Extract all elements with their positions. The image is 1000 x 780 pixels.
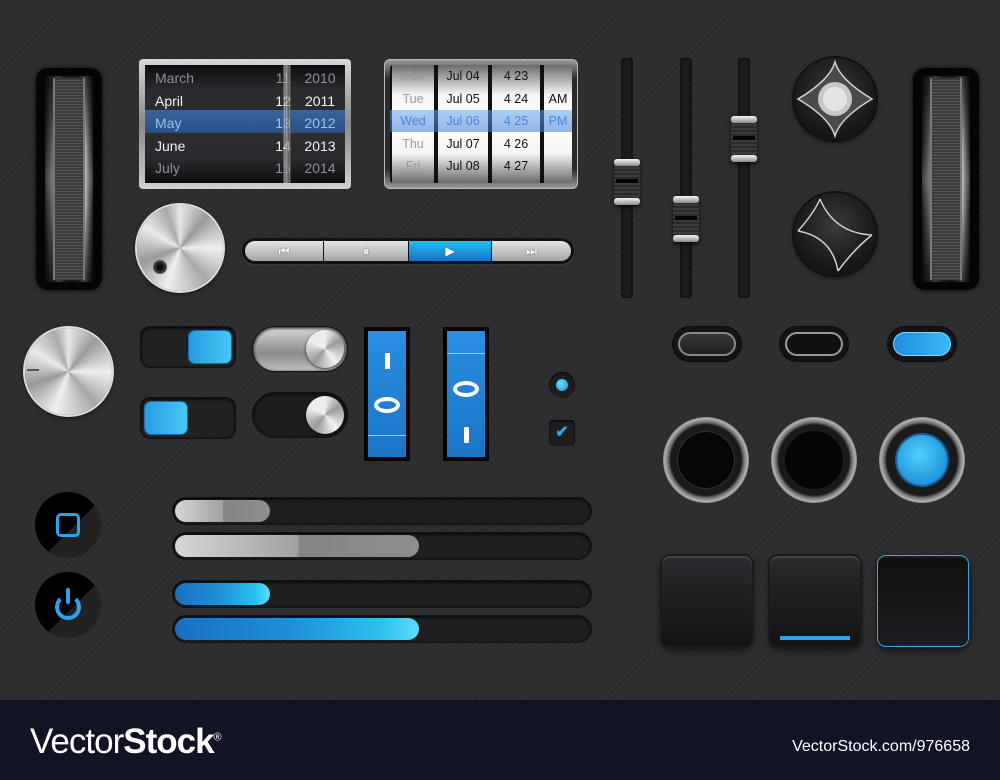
toggle-switch-off[interactable]: [141, 398, 235, 438]
weekday-option[interactable]: Tue: [392, 88, 434, 111]
image-id: VectorStock.com/976658: [792, 738, 970, 755]
progress-fill: [175, 583, 271, 605]
date-option[interactable]: Jul 08: [438, 155, 488, 178]
ampm-option[interactable]: [544, 155, 572, 178]
day-option[interactable]: 11: [270, 67, 296, 90]
media-control-bar: ⏮ ⏸ ▶ ⏭: [242, 238, 574, 264]
radio-dot: [556, 379, 568, 391]
date-option[interactable]: Jul 05: [438, 88, 488, 111]
previous-button[interactable]: ⏮: [245, 241, 323, 261]
month-option[interactable]: July: [155, 157, 265, 180]
slider-thumb-2[interactable]: [673, 195, 699, 242]
next-button[interactable]: ⏭: [492, 241, 571, 261]
slider-thumb-1[interactable]: [614, 158, 640, 205]
progress-fill: [175, 618, 420, 640]
cross-knob-icon: [796, 59, 874, 139]
metal-knob-large[interactable]: [25, 328, 112, 415]
progress-fill: [175, 500, 271, 522]
toggle-switch-on[interactable]: [141, 327, 235, 367]
date-picker-dark[interactable]: March April May June July 11 12 13 14 15 2010 201…: [139, 59, 351, 189]
brand-bold: Stock: [123, 722, 214, 761]
progress-fill: [175, 535, 420, 557]
mini-toggle-2[interactable]: [780, 327, 848, 361]
round-button-pressed[interactable]: [771, 417, 857, 503]
date-option[interactable]: Jul 04: [438, 65, 488, 88]
day-column[interactable]: 11 12 13 14 15: [270, 65, 296, 183]
rocker-switch-1[interactable]: [364, 327, 410, 461]
month-option[interactable]: March: [155, 67, 265, 90]
brand-logo: VectorStock®: [30, 722, 222, 762]
time-option[interactable]: 4 24: [492, 88, 540, 111]
curve-knob-icon: [797, 198, 873, 272]
cross-knob[interactable]: [794, 58, 876, 140]
rocker-switch-2[interactable]: [443, 327, 489, 461]
square-icon: [56, 513, 80, 537]
slider-thumb-3[interactable]: [731, 116, 757, 163]
ampm-option[interactable]: AM: [544, 88, 572, 111]
time-option[interactable]: 4 23: [492, 65, 540, 88]
slider-track-3[interactable]: [738, 58, 750, 298]
month-option[interactable]: May: [155, 112, 265, 135]
curve-knob[interactable]: [794, 193, 876, 275]
metal-toggle-on[interactable]: [253, 327, 347, 371]
ampm-option[interactable]: [544, 65, 572, 88]
time-option[interactable]: 4 26: [492, 133, 540, 156]
day-option[interactable]: 15: [270, 157, 296, 180]
column-divider: [285, 65, 291, 183]
mini-toggle-3[interactable]: [888, 327, 956, 361]
progress-gray-1: [173, 498, 591, 524]
year-option[interactable]: 2014: [297, 157, 343, 180]
selected-indicator: [780, 636, 850, 640]
month-option[interactable]: June: [155, 135, 265, 158]
square-button-selected[interactable]: [770, 556, 860, 646]
metal-knob-small[interactable]: [137, 205, 223, 291]
day-option[interactable]: 13: [270, 112, 296, 135]
weekday-option[interactable]: Fri: [392, 155, 434, 178]
date-picker-light[interactable]: MonTueWedThuFri Jul 04Jul 05Jul 06Jul 07…: [384, 59, 578, 189]
progress-blue-2: [173, 616, 591, 642]
wheel-grip: [53, 78, 85, 280]
year-option[interactable]: 2013: [297, 135, 343, 158]
scroll-wheel-left[interactable]: [36, 68, 102, 290]
progress-gray-2: [173, 533, 591, 559]
registered-mark: ®: [213, 731, 222, 744]
month-column[interactable]: March April May June July: [155, 65, 265, 183]
metal-toggle-off[interactable]: [253, 393, 347, 437]
square-button-idle[interactable]: [662, 556, 752, 646]
slider-track-2[interactable]: [680, 58, 692, 298]
year-column[interactable]: 2010 2011 2012 2013 2014: [297, 65, 343, 183]
scroll-wheel-right[interactable]: [913, 68, 979, 290]
pause-button[interactable]: ⏸: [324, 241, 408, 261]
month-option[interactable]: April: [155, 90, 265, 113]
checkmark-icon: ✔: [555, 424, 569, 441]
mini-toggle-1[interactable]: [673, 327, 741, 361]
day-option[interactable]: 14: [270, 135, 296, 158]
wheel-grip: [930, 78, 962, 280]
brand-light: Vector: [30, 722, 124, 761]
selection-bar: [390, 110, 572, 132]
progress-blue-1: [173, 581, 591, 607]
year-option[interactable]: 2011: [297, 90, 343, 113]
radio-button[interactable]: [549, 372, 575, 398]
checkbox[interactable]: ✔: [549, 420, 575, 446]
year-option[interactable]: 2012: [297, 112, 343, 135]
time-option[interactable]: 4 27: [492, 155, 540, 178]
round-button-active[interactable]: [879, 417, 965, 503]
ampm-option[interactable]: [544, 133, 572, 156]
date-option[interactable]: Jul 07: [438, 133, 488, 156]
stop-button[interactable]: [35, 492, 101, 558]
weekday-option[interactable]: Thu: [392, 133, 434, 156]
play-button[interactable]: ▶: [409, 241, 491, 261]
square-button-focused[interactable]: [878, 556, 968, 646]
power-button[interactable]: [35, 572, 101, 638]
round-button-idle[interactable]: [663, 417, 749, 503]
day-option[interactable]: 12: [270, 90, 296, 113]
year-option[interactable]: 2010: [297, 67, 343, 90]
top-band: [0, 0, 1000, 16]
weekday-option[interactable]: Mon: [392, 65, 434, 88]
power-icon-line: [66, 588, 70, 604]
